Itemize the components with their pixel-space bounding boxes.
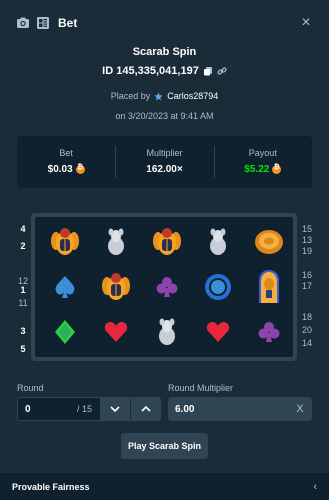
stat-payout: Payout $5.22 bbox=[213, 136, 312, 188]
stat-multiplier-label: Multiplier bbox=[146, 148, 183, 158]
vip-star-icon bbox=[154, 91, 163, 100]
line-number: 3 bbox=[20, 326, 26, 336]
round-value[interactable]: 0 bbox=[18, 404, 77, 415]
modal-title: Bet bbox=[58, 16, 78, 30]
round-multiplier-value: 6.00 bbox=[175, 403, 195, 415]
stat-bet: Bet $0.03 bbox=[17, 136, 115, 188]
round-up-button[interactable] bbox=[130, 398, 160, 420]
club-icon bbox=[244, 309, 294, 355]
chevron-up-icon bbox=[140, 406, 151, 412]
username-link[interactable]: Carlos28794 bbox=[167, 91, 218, 101]
game-title: Scarab Spin bbox=[132, 46, 197, 58]
round-multiplier-label: Round Multiplier bbox=[168, 383, 234, 393]
rat-icon bbox=[142, 309, 192, 355]
line-number: 17 bbox=[301, 281, 312, 291]
rat-icon bbox=[193, 219, 243, 265]
line-number: 15 bbox=[301, 224, 312, 234]
spade-icon bbox=[40, 264, 90, 310]
scarab-icon bbox=[91, 264, 141, 310]
camera-icon[interactable] bbox=[16, 16, 30, 30]
line-number: 4 bbox=[20, 224, 26, 234]
grid-icon[interactable] bbox=[36, 16, 50, 30]
provable-fairness-bar[interactable]: Provable Fairness ‹ bbox=[0, 473, 329, 500]
reel-grid bbox=[35, 217, 293, 357]
bet-modal: Bet × Scarab Spin ID 145,335,041,197 Pla… bbox=[0, 0, 329, 500]
stat-payout-value-row: $5.22 bbox=[214, 164, 312, 175]
line-number: 13 bbox=[301, 235, 312, 245]
copy-icon[interactable] bbox=[203, 66, 213, 76]
stat-bet-label: Bet bbox=[59, 148, 73, 158]
stat-multiplier: Multiplier 162.00× bbox=[115, 136, 213, 188]
modal-header: Bet × bbox=[0, 0, 329, 46]
chevron-left-icon[interactable]: ‹ bbox=[313, 481, 317, 493]
link-icon[interactable] bbox=[217, 66, 227, 76]
line-number: 19 bbox=[301, 246, 312, 256]
close-icon[interactable]: × bbox=[299, 15, 313, 31]
bet-stats: Bet $0.03 Multiplier 162.00× Payout $5.2… bbox=[17, 136, 312, 188]
bet-id: ID 145,335,041,197 bbox=[102, 65, 199, 77]
stat-payout-value: $5.22 bbox=[244, 164, 270, 175]
stat-payout-label: Payout bbox=[248, 148, 277, 158]
stat-bet-value: $0.03 bbox=[47, 164, 73, 175]
line-number: 16 bbox=[301, 270, 312, 280]
stat-multiplier-value: 162.00× bbox=[146, 164, 183, 175]
placed-by: Placed by Carlos28794 bbox=[0, 91, 329, 101]
chevron-down-icon bbox=[110, 406, 120, 412]
round-multiplier-field: 6.00 X bbox=[168, 397, 312, 421]
scarab-icon bbox=[40, 219, 90, 265]
bet-date: on 3/20/2023 at 9:41 AM bbox=[115, 111, 214, 121]
line-number: 11 bbox=[18, 298, 28, 308]
club-icon bbox=[142, 264, 192, 310]
bitcoin-coin-icon bbox=[272, 164, 282, 174]
placed-by-label: Placed by bbox=[110, 91, 151, 101]
diamond-icon bbox=[40, 309, 90, 355]
heart-icon bbox=[91, 309, 141, 355]
round-label: Round bbox=[17, 383, 44, 393]
stat-bet-value-row: $0.03 bbox=[17, 164, 115, 175]
line-number: 14 bbox=[301, 338, 312, 348]
pharaoh-icon bbox=[244, 264, 294, 310]
round-input[interactable]: 0 / 15 bbox=[17, 397, 161, 421]
line-number: 5 bbox=[20, 344, 26, 354]
scarab-icon bbox=[142, 219, 192, 265]
reel-board bbox=[31, 213, 297, 361]
line-number: 2 bbox=[20, 241, 26, 251]
close-icon[interactable]: X bbox=[288, 403, 312, 415]
bitcoin-coin-icon bbox=[75, 164, 85, 174]
line-number: 1 bbox=[20, 285, 26, 295]
rat-icon bbox=[91, 219, 141, 265]
round-down-button[interactable] bbox=[100, 398, 130, 420]
line-number: 18 bbox=[301, 312, 312, 322]
blue-ring-icon bbox=[193, 264, 243, 310]
heart-icon bbox=[193, 309, 243, 355]
bet-id-row: ID 145,335,041,197 bbox=[0, 65, 329, 77]
round-total: / 15 bbox=[76, 404, 92, 414]
play-scarab-spin-button[interactable]: Play Scarab Spin bbox=[121, 433, 208, 459]
provable-fairness-title: Provable Fairness bbox=[12, 481, 90, 492]
gold-coin-icon bbox=[244, 219, 294, 265]
line-number: 20 bbox=[301, 325, 312, 335]
